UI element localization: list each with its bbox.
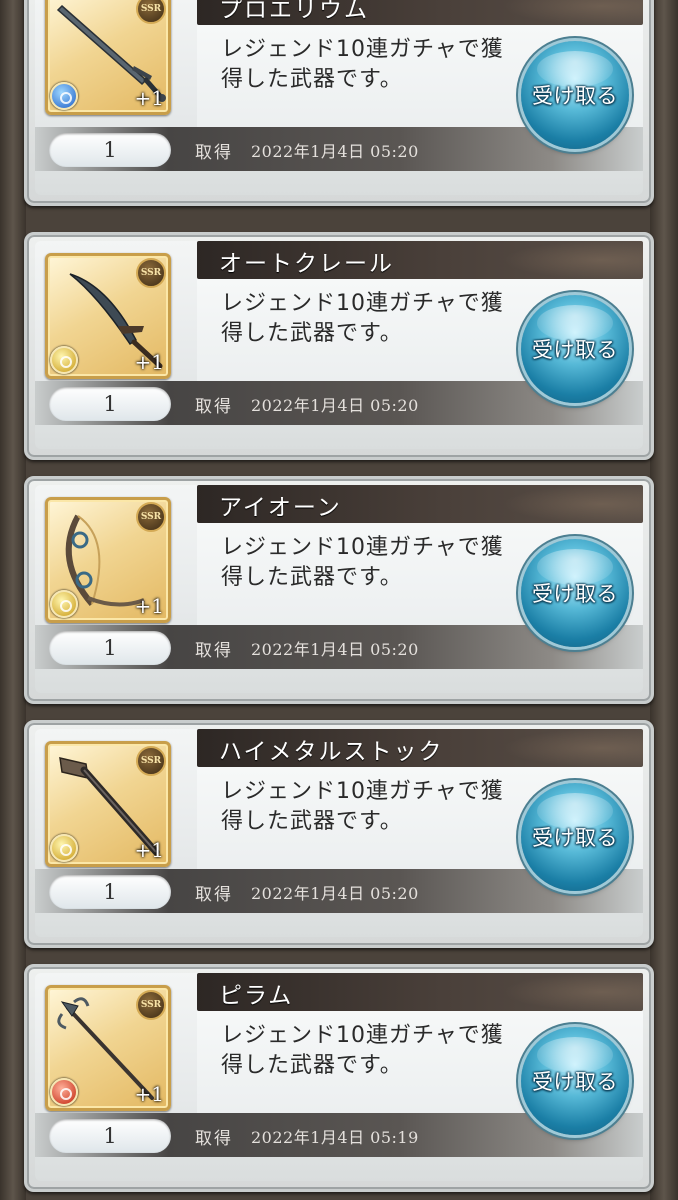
quantity-pill: 1 [49, 1119, 171, 1153]
light-element-icon [50, 834, 78, 862]
item-card: プロエリウム レジェンド10連ガチャで獲 得した武器です。 SSR +1 1 取… [24, 0, 654, 206]
item-description: レジェンド10連ガチャで獲 得した武器です。 [221, 35, 541, 95]
item-card: アイオーン レジェンド10連ガチャで獲 得した武器です。 SSR +1 1 取得… [24, 476, 654, 704]
rarity-badge: SSR [136, 990, 166, 1020]
weapon-thumbnail[interactable]: SSR +1 [45, 253, 171, 379]
receive-button-label: 受け取る [532, 826, 618, 850]
item-title-bar: ピラム [197, 973, 643, 1011]
quantity-pill: 1 [49, 387, 171, 421]
receive-button-label: 受け取る [532, 1070, 618, 1094]
item-title-bar: アイオーン [197, 485, 643, 523]
fire-element-icon [50, 1078, 78, 1106]
item-description: レジェンド10連ガチャで獲 得した武器です。 [221, 777, 541, 837]
item-title-bar: オートクレール [197, 241, 643, 279]
rarity-badge: SSR [136, 258, 166, 288]
receive-button[interactable]: 受け取る [521, 539, 629, 647]
description-line: レジェンド10連ガチャで獲 [221, 535, 504, 560]
quantity-pill: 1 [49, 133, 171, 167]
weapon-thumbnail[interactable]: SSR +1 [45, 985, 171, 1111]
receive-button[interactable]: 受け取る [521, 1027, 629, 1135]
water-element-icon [50, 82, 78, 110]
description-line: 得した武器です。 [221, 321, 403, 346]
quantity-pill: 1 [49, 631, 171, 665]
receive-button[interactable]: 受け取る [521, 295, 629, 403]
acquired-label: 取得 [195, 885, 233, 905]
receive-button[interactable]: 受け取る [521, 783, 629, 891]
acquired-date: 2022年1月4日 05:20 [251, 142, 419, 161]
rarity-badge: SSR [136, 502, 166, 532]
item-name: オートクレール [219, 251, 394, 277]
plus-value: +1 [134, 838, 164, 862]
quantity-pill: 1 [49, 875, 171, 909]
description-line: レジェンド10連ガチャで獲 [221, 291, 504, 316]
description-line: レジェンド10連ガチャで獲 [221, 37, 504, 62]
description-line: 得した武器です。 [221, 809, 403, 834]
weapon-thumbnail[interactable]: SSR +1 [45, 497, 171, 623]
description-line: 得した武器です。 [221, 67, 403, 92]
item-card: オートクレール レジェンド10連ガチャで獲 得した武器です。 SSR +1 1 … [24, 232, 654, 460]
acquired-date: 2022年1月4日 05:20 [251, 884, 419, 903]
description-line: 得した武器です。 [221, 1053, 403, 1078]
item-description: レジェンド10連ガチャで獲 得した武器です。 [221, 1021, 541, 1081]
acquired-label: 取得 [195, 143, 233, 163]
receive-button-label: 受け取る [532, 338, 618, 362]
item-title-bar: ハイメタルストック [197, 729, 643, 767]
acquired-label: 取得 [195, 397, 233, 417]
rarity-badge: SSR [136, 746, 166, 776]
present-box-list[interactable]: プロエリウム レジェンド10連ガチャで獲 得した武器です。 SSR +1 1 取… [0, 0, 678, 1200]
weapon-thumbnail[interactable]: SSR +1 [45, 741, 171, 867]
acquired-date: 2022年1月4日 05:20 [251, 396, 419, 415]
item-name: プロエリウム [219, 0, 369, 23]
item-title-bar: プロエリウム [197, 0, 643, 25]
description-line: 得した武器です。 [221, 565, 403, 590]
item-description: レジェンド10連ガチャで獲 得した武器です。 [221, 289, 541, 349]
item-card: ハイメタルストック レジェンド10連ガチャで獲 得した武器です。 SSR +1 … [24, 720, 654, 948]
acquired-label: 取得 [195, 1129, 233, 1149]
acquired-date: 2022年1月4日 05:19 [251, 1128, 419, 1147]
receive-button-label: 受け取る [532, 84, 618, 108]
description-line: レジェンド10連ガチャで獲 [221, 779, 504, 804]
plus-value: +1 [134, 86, 164, 110]
plus-value: +1 [134, 350, 164, 374]
item-name: アイオーン [219, 495, 342, 521]
receive-button[interactable]: 受け取る [521, 41, 629, 149]
plus-value: +1 [134, 1082, 164, 1106]
receive-button-label: 受け取る [532, 582, 618, 606]
light-element-icon [50, 590, 78, 618]
item-name: ハイメタルストック [219, 739, 444, 765]
description-line: レジェンド10連ガチャで獲 [221, 1023, 504, 1048]
weapon-thumbnail[interactable]: SSR +1 [45, 0, 171, 115]
acquired-label: 取得 [195, 641, 233, 661]
acquired-date: 2022年1月4日 05:20 [251, 640, 419, 659]
item-card: ピラム レジェンド10連ガチャで獲 得した武器です。 SSR +1 1 取得 2… [24, 964, 654, 1192]
item-description: レジェンド10連ガチャで獲 得した武器です。 [221, 533, 541, 593]
plus-value: +1 [134, 594, 164, 618]
item-name: ピラム [219, 983, 294, 1009]
light-element-icon [50, 346, 78, 374]
